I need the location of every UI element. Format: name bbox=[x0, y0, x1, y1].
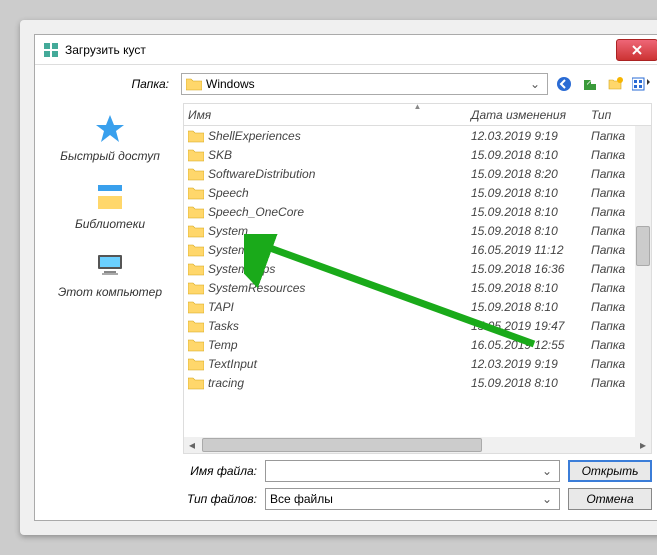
open-button[interactable]: Открыть bbox=[568, 460, 652, 482]
file-date: 15.09.2018 8:10 bbox=[471, 205, 591, 219]
list-item[interactable]: TextInput12.03.2019 9:19Папка bbox=[188, 354, 651, 373]
up-button[interactable] bbox=[580, 74, 600, 94]
file-rows: ShellExperiences12.03.2019 9:19ПапкаSKB1… bbox=[184, 126, 651, 437]
list-item[interactable]: SystemApps15.09.2018 16:36Папка bbox=[188, 259, 651, 278]
file-name: ShellExperiences bbox=[208, 129, 471, 143]
back-button[interactable] bbox=[554, 74, 574, 94]
folder-label: Папка: bbox=[45, 77, 175, 91]
list-item[interactable]: tracing15.09.2018 8:10Папка bbox=[188, 373, 651, 392]
open-dialog: Загрузить куст Папка: Windows ⌄ Быстрый … bbox=[34, 34, 657, 521]
list-item[interactable]: Speech15.09.2018 8:10Папка bbox=[188, 183, 651, 202]
chevron-down-icon: ⌄ bbox=[539, 492, 555, 506]
list-item[interactable]: Tasks15.05.2019 19:47Папка bbox=[188, 316, 651, 335]
file-name: TAPI bbox=[208, 300, 471, 314]
filetype-label: Тип файлов: bbox=[45, 492, 257, 506]
file-name: SystemApps bbox=[208, 262, 471, 276]
newfolder-icon bbox=[608, 76, 624, 92]
file-name: Temp bbox=[208, 338, 471, 352]
file-date: 15.09.2018 8:10 bbox=[471, 281, 591, 295]
app-icon bbox=[43, 42, 59, 58]
list-item[interactable]: SoftwareDistribution15.09.2018 8:20Папка bbox=[188, 164, 651, 183]
col-date[interactable]: Дата изменения bbox=[471, 108, 591, 122]
views-button[interactable] bbox=[632, 74, 652, 94]
scroll-right-icon[interactable]: ▸ bbox=[635, 437, 651, 453]
file-date: 15.09.2018 8:20 bbox=[471, 167, 591, 181]
file-name: SystemResources bbox=[208, 281, 471, 295]
chevron-down-icon: ⌄ bbox=[527, 77, 543, 91]
file-date: 15.09.2018 8:10 bbox=[471, 186, 591, 200]
file-name: System32 bbox=[208, 243, 471, 257]
list-item[interactable]: System3216.05.2019 11:12Папка bbox=[188, 240, 651, 259]
folder-icon bbox=[186, 77, 202, 91]
file-name: tracing bbox=[208, 376, 471, 390]
file-list: ▲ Имя Дата изменения Тип ShellExperience… bbox=[183, 103, 652, 454]
place-libraries[interactable]: Библиотеки bbox=[75, 181, 145, 231]
titlebar: Загрузить куст bbox=[35, 35, 657, 65]
folder-selected: Windows bbox=[206, 77, 527, 91]
filetype-value: Все файлы bbox=[270, 492, 539, 506]
sort-indicator-icon: ▲ bbox=[414, 102, 422, 111]
scroll-left-icon[interactable]: ◂ bbox=[184, 437, 200, 453]
place-quick-access[interactable]: Быстрый доступ bbox=[60, 113, 160, 163]
column-headers[interactable]: ▲ Имя Дата изменения Тип bbox=[184, 104, 651, 126]
place-label: Библиотеки bbox=[75, 217, 145, 231]
file-date: 15.09.2018 8:10 bbox=[471, 148, 591, 162]
file-name: System bbox=[208, 224, 471, 238]
dialog-title: Загрузить куст bbox=[65, 43, 616, 57]
file-date: 15.05.2019 19:47 bbox=[471, 319, 591, 333]
folder-row: Папка: Windows ⌄ bbox=[35, 65, 657, 103]
file-name: TextInput bbox=[208, 357, 471, 371]
list-item[interactable]: System15.09.2018 8:10Папка bbox=[188, 221, 651, 240]
horizontal-scrollbar[interactable]: ◂ ▸ bbox=[184, 437, 651, 453]
list-item[interactable]: Speech_OneCore15.09.2018 8:10Папка bbox=[188, 202, 651, 221]
vertical-scrollbar[interactable] bbox=[635, 126, 651, 437]
bottom-panel: Имя файла: ⌄ Открыть Тип файлов: Все фай… bbox=[35, 454, 657, 520]
views-icon bbox=[632, 76, 652, 92]
place-this-pc[interactable]: Этот компьютер bbox=[58, 249, 162, 299]
star-icon bbox=[94, 113, 126, 145]
filename-input[interactable]: ⌄ bbox=[265, 460, 560, 482]
file-name: Tasks bbox=[208, 319, 471, 333]
file-date: 12.03.2019 9:19 bbox=[471, 357, 591, 371]
file-date: 15.09.2018 8:10 bbox=[471, 300, 591, 314]
col-name[interactable]: Имя bbox=[188, 108, 471, 122]
list-item[interactable]: SystemResources15.09.2018 8:10Папка bbox=[188, 278, 651, 297]
file-date: 16.05.2019 11:12 bbox=[471, 243, 591, 257]
list-item[interactable]: TAPI15.09.2018 8:10Папка bbox=[188, 297, 651, 316]
filetype-dropdown[interactable]: Все файлы ⌄ bbox=[265, 488, 560, 510]
place-label: Этот компьютер bbox=[58, 285, 162, 299]
file-date: 12.03.2019 9:19 bbox=[471, 129, 591, 143]
libraries-icon bbox=[94, 181, 126, 213]
folder-dropdown[interactable]: Windows ⌄ bbox=[181, 73, 548, 95]
file-name: SKB bbox=[208, 148, 471, 162]
file-name: Speech bbox=[208, 186, 471, 200]
hscroll-thumb[interactable] bbox=[202, 438, 482, 452]
filename-label: Имя файла: bbox=[45, 464, 257, 478]
up-icon bbox=[582, 76, 598, 92]
file-date: 15.09.2018 8:10 bbox=[471, 376, 591, 390]
newfolder-button[interactable] bbox=[606, 74, 626, 94]
back-icon bbox=[556, 76, 572, 92]
file-name: Speech_OneCore bbox=[208, 205, 471, 219]
file-name: SoftwareDistribution bbox=[208, 167, 471, 181]
places-bar: Быстрый доступ Библиотеки Этот компьютер bbox=[45, 103, 175, 454]
col-type[interactable]: Тип bbox=[591, 108, 651, 122]
close-icon bbox=[631, 44, 643, 56]
list-item[interactable]: Temp16.05.2019 12:55Папка bbox=[188, 335, 651, 354]
chevron-down-icon: ⌄ bbox=[539, 464, 555, 478]
computer-icon bbox=[94, 249, 126, 281]
file-date: 16.05.2019 12:55 bbox=[471, 338, 591, 352]
close-button[interactable] bbox=[616, 39, 657, 61]
place-label: Быстрый доступ bbox=[60, 149, 160, 163]
list-item[interactable]: SKB15.09.2018 8:10Папка bbox=[188, 145, 651, 164]
file-date: 15.09.2018 16:36 bbox=[471, 262, 591, 276]
cancel-button[interactable]: Отмена bbox=[568, 488, 652, 510]
scroll-thumb[interactable] bbox=[636, 226, 650, 266]
list-item[interactable]: ShellExperiences12.03.2019 9:19Папка bbox=[188, 126, 651, 145]
file-date: 15.09.2018 8:10 bbox=[471, 224, 591, 238]
